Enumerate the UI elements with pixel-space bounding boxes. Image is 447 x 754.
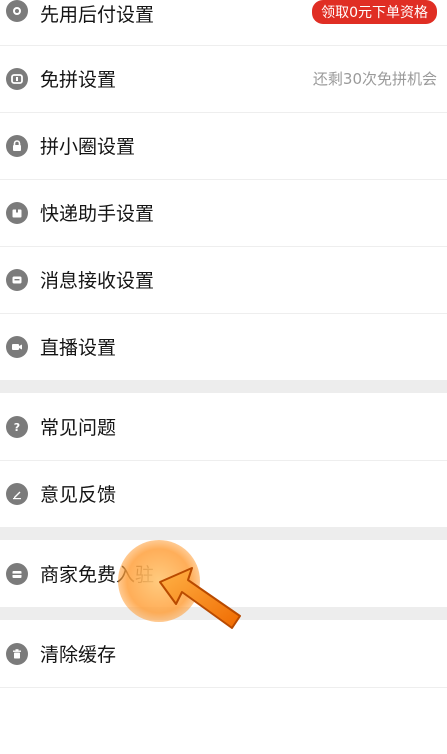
settings-group-cache: 清除缓存 xyxy=(0,620,447,754)
settings-item-label: 清除缓存 xyxy=(40,644,117,666)
store-icon xyxy=(6,562,28,585)
edit-icon xyxy=(6,482,28,505)
package-icon xyxy=(6,201,28,224)
settings-item-live[interactable]: 直播设置 xyxy=(0,313,447,380)
settings-group-merchant: 商家免费入驻 xyxy=(0,540,447,607)
lock-icon xyxy=(6,134,28,157)
video-icon xyxy=(6,335,28,358)
gear-icon xyxy=(6,0,28,22)
settings-item-clear-cache[interactable]: 清除缓存 xyxy=(0,620,447,687)
settings-item-circle[interactable]: 拼小圈设置 xyxy=(0,112,447,179)
settings-item-courier[interactable]: 快递助手设置 xyxy=(0,179,447,246)
settings-item-label: 常见问题 xyxy=(40,417,117,439)
section-divider xyxy=(0,607,447,620)
question-icon: ? xyxy=(6,415,28,438)
settings-item-notifications[interactable]: 消息接收设置 xyxy=(0,246,447,313)
settings-item-label: 意见反馈 xyxy=(40,484,117,506)
settings-group-main: 先用后付设置 领取0元下单资格 免拼设置 还剩30次免拼机会 拼小圈设置 快递助… xyxy=(0,0,447,380)
promo-badge[interactable]: 领取0元下单资格 xyxy=(312,0,437,24)
settings-item-label: 免拼设置 xyxy=(40,69,117,91)
settings-item-faq[interactable]: ? 常见问题 xyxy=(0,393,447,460)
settings-item-label: 消息接收设置 xyxy=(40,270,155,292)
settings-item-merchant-join[interactable]: 商家免费入驻 xyxy=(0,540,447,607)
settings-item-label: 先用后付设置 xyxy=(40,4,155,26)
settings-item-pay-later[interactable]: 先用后付设置 领取0元下单资格 xyxy=(0,0,447,45)
settings-item-feedback[interactable]: 意见反馈 xyxy=(0,460,447,527)
settings-item-label: 直播设置 xyxy=(40,337,117,359)
section-divider xyxy=(0,380,447,393)
section-divider xyxy=(0,527,447,540)
message-icon xyxy=(6,268,28,291)
settings-item-label: 商家免费入驻 xyxy=(40,564,155,586)
settings-item-free-group[interactable]: 免拼设置 还剩30次免拼机会 xyxy=(0,45,447,112)
settings-group-help: ? 常见问题 意见反馈 xyxy=(0,393,447,527)
settings-item-label: 拼小圈设置 xyxy=(40,136,136,158)
svg-text:?: ? xyxy=(14,421,20,434)
settings-item-partial[interactable] xyxy=(0,687,447,754)
settings-item-label: 快递助手设置 xyxy=(40,203,155,225)
trash-icon xyxy=(6,642,28,665)
remaining-chances-note: 还剩30次免拼机会 xyxy=(312,70,437,88)
coupon-icon xyxy=(6,67,28,90)
